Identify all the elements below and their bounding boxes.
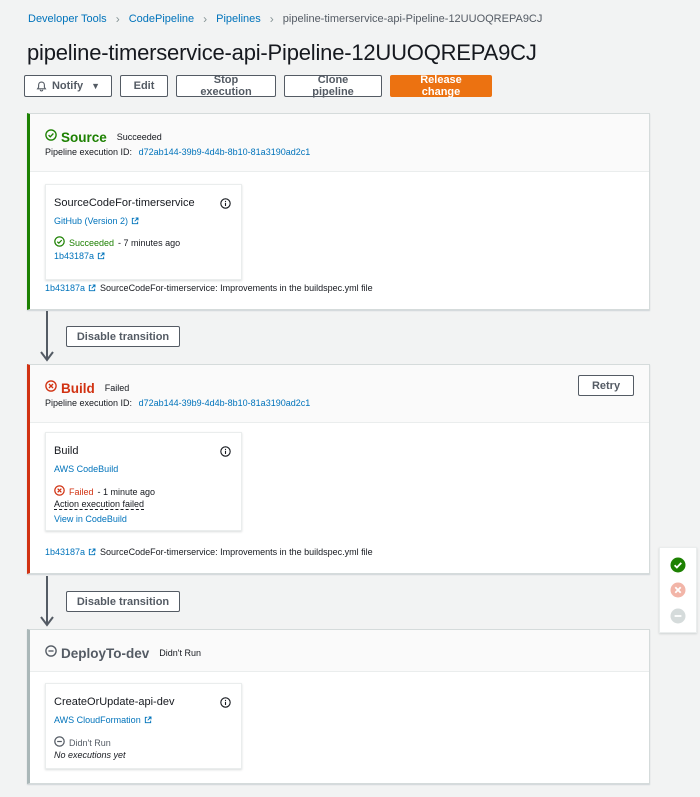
action-provider[interactable]: AWS CodeBuild bbox=[54, 464, 118, 474]
stop-execution-button[interactable]: Stop execution bbox=[176, 74, 276, 98]
stage-deploy-header: DeployTo-dev Didn't Run bbox=[30, 630, 649, 672]
commit-message: SourceCodeFor-timerservice: Improvements… bbox=[100, 283, 373, 293]
action-name: Build bbox=[54, 445, 79, 457]
action-status-time: - 1 minute ago bbox=[97, 486, 156, 497]
view-in-codebuild[interactable]: View in CodeBuild bbox=[54, 514, 127, 524]
external-link-icon bbox=[88, 284, 96, 292]
chevron-right-icon: › bbox=[269, 12, 274, 26]
stage-source-commit: 1b43187a SourceCodeFor-timerservice: Imp… bbox=[45, 283, 373, 293]
breadcrumb: Developer Tools › CodePipeline › Pipelin… bbox=[28, 12, 542, 26]
provider-link[interactable]: AWS CloudFormation bbox=[54, 715, 141, 725]
external-link-icon bbox=[88, 548, 96, 556]
stage-build-header: Build Failed Pipeline execution ID: d72a… bbox=[30, 365, 649, 423]
action-card-source: SourceCodeFor-timerservice GitHub (Versi… bbox=[45, 184, 242, 280]
action-name: SourceCodeFor-timerservice bbox=[54, 197, 195, 209]
info-icon[interactable] bbox=[220, 444, 231, 462]
action-status-text: Succeeded bbox=[69, 237, 115, 248]
breadcrumb-developer-tools[interactable]: Developer Tools bbox=[28, 13, 107, 25]
notify-button[interactable]: Notify ▼ bbox=[24, 75, 112, 97]
external-link-icon bbox=[131, 217, 139, 225]
disable-transition-button[interactable]: Disable transition bbox=[66, 591, 180, 612]
view-in-codebuild-link[interactable]: View in CodeBuild bbox=[54, 514, 127, 524]
retry-button[interactable]: Retry bbox=[578, 375, 634, 396]
stage-build-status: Failed bbox=[104, 383, 130, 393]
chevron-right-icon: › bbox=[115, 12, 120, 26]
transition-arrow-icon bbox=[40, 311, 54, 362]
chevron-right-icon: › bbox=[203, 12, 208, 26]
clone-pipeline-button[interactable]: Clone pipeline bbox=[284, 74, 382, 98]
stage-deploy: DeployTo-dev Didn't Run CreateOrUpdate-a… bbox=[27, 629, 650, 784]
transition-arrow-icon bbox=[40, 576, 54, 627]
x-circle-icon bbox=[45, 379, 57, 397]
stage-source-header: Source Succeeded Pipeline execution ID: … bbox=[30, 114, 649, 172]
execution-id-label: Pipeline execution ID: bbox=[45, 398, 133, 408]
action-provider[interactable]: GitHub (Version 2) bbox=[54, 216, 139, 226]
status-legend-panel bbox=[659, 547, 697, 633]
action-provider[interactable]: AWS CloudFormation bbox=[54, 715, 152, 725]
breadcrumb-codepipeline[interactable]: CodePipeline bbox=[129, 13, 194, 25]
disable-transition-button[interactable]: Disable transition bbox=[66, 326, 180, 347]
execution-id-link[interactable]: d72ab144-39b9-4d4b-8b10-81a3190ad2c1 bbox=[139, 398, 311, 408]
minus-circle-icon[interactable] bbox=[670, 608, 686, 629]
stage-source: Source Succeeded Pipeline execution ID: … bbox=[27, 113, 650, 310]
stage-build-commit: 1b43187a SourceCodeFor-timerservice: Imp… bbox=[45, 547, 373, 557]
stage-source-status: Succeeded bbox=[116, 132, 162, 142]
check-circle-icon[interactable] bbox=[670, 557, 686, 578]
external-link-icon bbox=[144, 716, 152, 724]
minus-circle-icon bbox=[54, 736, 65, 749]
action-status-text: Failed bbox=[69, 486, 94, 497]
stage-source-name: Source bbox=[61, 129, 107, 145]
action-status-time: - 7 minutes ago bbox=[118, 237, 181, 248]
notify-label: Notify bbox=[51, 80, 84, 92]
minus-circle-icon bbox=[45, 644, 57, 662]
execution-id-link[interactable]: d72ab144-39b9-4d4b-8b10-81a3190ad2c1 bbox=[139, 147, 311, 157]
action-name: CreateOrUpdate-api-dev bbox=[54, 696, 175, 708]
stage-build: Build Failed Pipeline execution ID: d72a… bbox=[27, 364, 650, 574]
commit-link[interactable]: 1b43187a bbox=[45, 547, 85, 557]
edit-button[interactable]: Edit bbox=[120, 75, 168, 97]
action-status-text: Didn't Run bbox=[69, 737, 111, 748]
x-circle-icon[interactable] bbox=[670, 582, 686, 603]
stage-build-execution: Pipeline execution ID: d72ab144-39b9-4d4… bbox=[45, 398, 310, 408]
bell-icon bbox=[36, 80, 47, 92]
check-circle-icon bbox=[54, 236, 65, 249]
release-change-button[interactable]: Release change bbox=[390, 74, 492, 98]
action-status: Succeeded - 7 minutes ago bbox=[54, 236, 180, 249]
toolbar: Notify ▼ Edit Stop execution Clone pipel… bbox=[24, 74, 492, 98]
breadcrumb-pipelines[interactable]: Pipelines bbox=[216, 13, 261, 25]
check-circle-icon bbox=[45, 128, 57, 146]
action-status: Failed - 1 minute ago bbox=[54, 485, 155, 498]
x-circle-icon bbox=[54, 485, 65, 498]
provider-link[interactable]: GitHub (Version 2) bbox=[54, 216, 128, 226]
stage-build-name: Build bbox=[61, 380, 95, 396]
commit-link[interactable]: 1b43187a bbox=[45, 283, 85, 293]
page-title: pipeline-timerservice-api-Pipeline-12UUO… bbox=[27, 40, 537, 65]
action-revision[interactable]: 1b43187a bbox=[54, 251, 105, 261]
revision-link[interactable]: 1b43187a bbox=[54, 251, 94, 261]
provider-link[interactable]: AWS CodeBuild bbox=[54, 464, 118, 474]
caret-down-icon: ▼ bbox=[91, 81, 101, 91]
action-status: Didn't Run bbox=[54, 736, 111, 749]
stage-deploy-name: DeployTo-dev bbox=[61, 645, 150, 661]
action-failure-detail[interactable]: Action execution failed bbox=[54, 499, 145, 510]
breadcrumb-current: pipeline-timerservice-api-Pipeline-12UUO… bbox=[282, 13, 543, 25]
external-link-icon bbox=[97, 252, 105, 260]
info-icon[interactable] bbox=[220, 695, 231, 713]
action-card-build: Build AWS CodeBuild Failed - 1 minute ag… bbox=[45, 432, 242, 531]
action-note: No executions yet bbox=[54, 750, 126, 760]
action-card-deploy: CreateOrUpdate-api-dev AWS CloudFormatio… bbox=[45, 683, 242, 769]
stage-deploy-status: Didn't Run bbox=[159, 648, 202, 658]
commit-message: SourceCodeFor-timerservice: Improvements… bbox=[100, 547, 373, 557]
stage-source-execution: Pipeline execution ID: d72ab144-39b9-4d4… bbox=[45, 147, 310, 157]
execution-id-label: Pipeline execution ID: bbox=[45, 147, 133, 157]
info-icon[interactable] bbox=[220, 196, 231, 214]
